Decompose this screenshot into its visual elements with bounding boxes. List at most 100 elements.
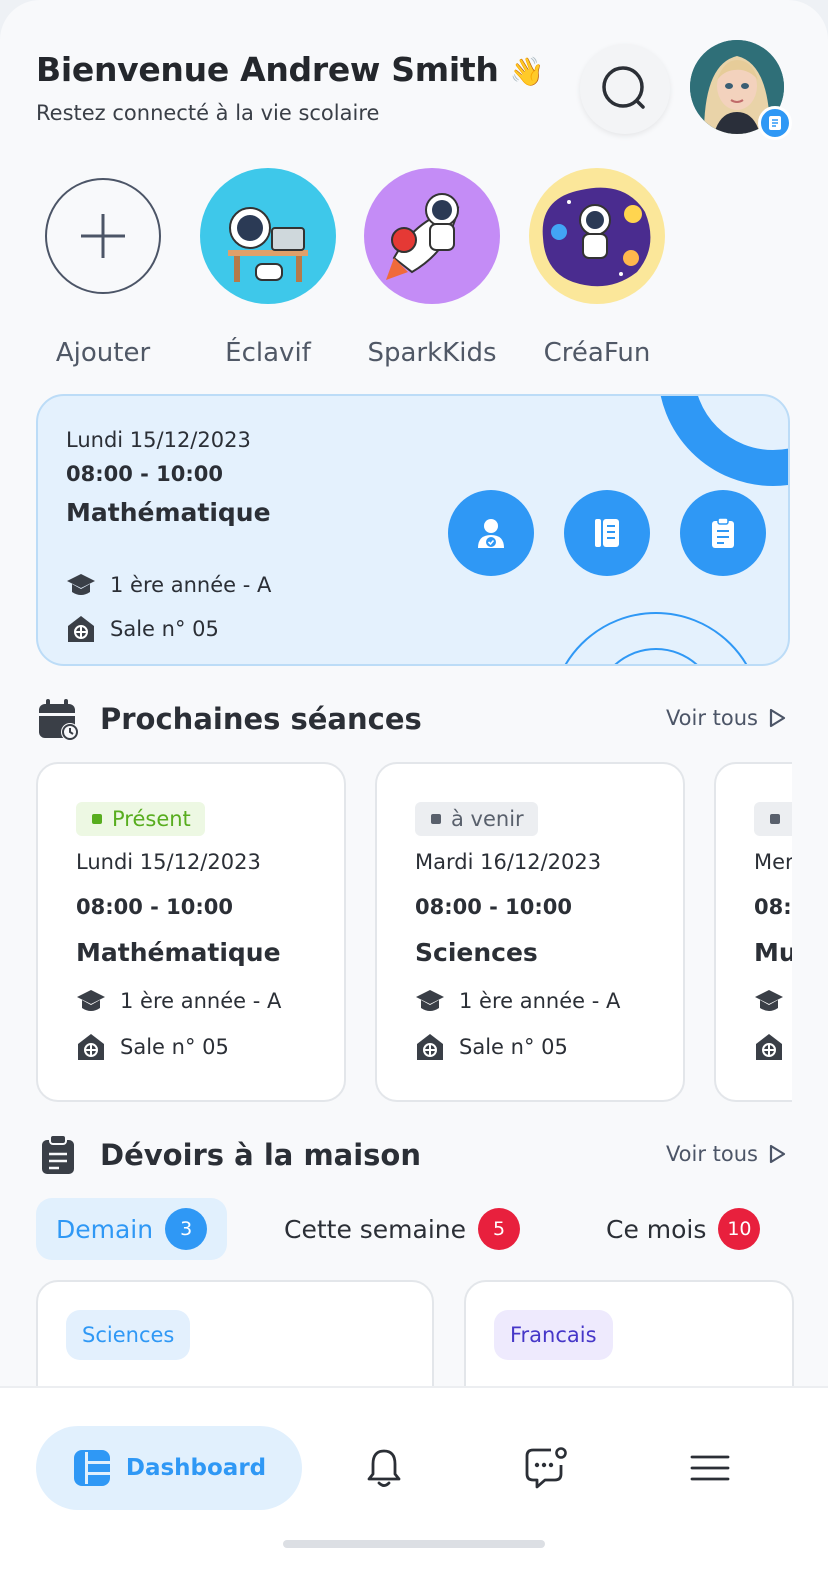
section-title: Prochaines séances bbox=[100, 702, 422, 736]
session-subject: Mu bbox=[754, 938, 792, 967]
attendance-button[interactable] bbox=[448, 490, 534, 576]
menu-icon bbox=[690, 1455, 730, 1481]
story-label: CréaFun bbox=[543, 338, 651, 368]
session-room-row: Sale n° 05 bbox=[415, 1032, 568, 1062]
home-indicator[interactable] bbox=[283, 1540, 545, 1548]
story-avatar[interactable] bbox=[364, 168, 500, 304]
lesson-class: 1 ère année - A bbox=[110, 573, 272, 597]
search-icon bbox=[602, 66, 645, 109]
status-label: à venir bbox=[451, 807, 524, 831]
story-label: SparkKids bbox=[367, 338, 497, 368]
see-all-label: Voir tous bbox=[665, 706, 758, 730]
session-class-row: 1 ère année - A bbox=[415, 986, 620, 1016]
session-card[interactable]: Mer 08:0 Mu bbox=[714, 762, 792, 1102]
see-all-homework-link[interactable]: Voir tous bbox=[666, 1142, 788, 1166]
homework-header: Dévoirs à la maison Voir tous bbox=[36, 1130, 788, 1180]
decorative-arc bbox=[658, 396, 788, 486]
session-card[interactable]: à venir Mardi 16/12/2023 08:00 - 10:00 S… bbox=[375, 762, 685, 1102]
status-badge bbox=[754, 802, 792, 836]
clipboard-icon bbox=[42, 1134, 74, 1174]
document-icon bbox=[769, 116, 781, 130]
room-icon bbox=[756, 1034, 782, 1060]
plus-icon bbox=[81, 214, 125, 258]
status-badge: Présent bbox=[76, 802, 205, 836]
status-dot bbox=[770, 814, 780, 824]
story-sparkkids[interactable]: SparkKids bbox=[362, 168, 502, 368]
session-card[interactable]: Présent Lundi 15/12/2023 08:00 - 10:00 M… bbox=[36, 762, 346, 1102]
nav-messages[interactable] bbox=[522, 1444, 570, 1492]
sessions-carousel[interactable]: Présent Lundi 15/12/2023 08:00 - 10:00 M… bbox=[36, 762, 792, 1104]
session-time: 08:00 - 10:00 bbox=[415, 895, 573, 919]
session-class: 1 ère année - A bbox=[120, 989, 282, 1013]
story-avatar[interactable] bbox=[529, 168, 665, 304]
current-lesson-card[interactable]: Lundi 15/12/2023 08:00 - 10:00 Mathémati… bbox=[36, 394, 790, 666]
tab-this-month[interactable]: Ce mois 10 bbox=[606, 1198, 761, 1260]
profile-badge bbox=[758, 106, 792, 140]
subject-tag: Francais bbox=[494, 1310, 613, 1360]
notebook-icon bbox=[595, 519, 619, 547]
lesson-date: Lundi 15/12/2023 bbox=[66, 428, 251, 452]
notebook-button[interactable] bbox=[564, 490, 650, 576]
wave-emoji: 👋 bbox=[509, 55, 545, 88]
bottom-navigation: Dashboard bbox=[0, 1386, 828, 1572]
astronaut-space-illustration bbox=[542, 187, 651, 287]
bell-icon bbox=[367, 1449, 401, 1487]
room-icon bbox=[68, 616, 94, 642]
search-button[interactable] bbox=[580, 44, 670, 134]
welcome-subtitle: Restez connecté à la vie scolaire bbox=[36, 101, 380, 125]
see-all-label: Voir tous bbox=[665, 1142, 758, 1166]
graduation-cap-icon bbox=[755, 990, 783, 1011]
session-class: 1 ère année - A bbox=[459, 989, 621, 1013]
nav-dashboard-label: Dashboard bbox=[125, 1455, 267, 1481]
welcome-title: Bienvenue Andrew Smith 👋 bbox=[36, 50, 792, 89]
astronaut-desk-illustration bbox=[228, 207, 308, 282]
session-date: Mardi 16/12/2023 bbox=[415, 850, 602, 874]
play-arrow-icon bbox=[769, 708, 786, 728]
lesson-room: Sale n° 05 bbox=[110, 617, 219, 641]
clipboard-icon bbox=[712, 517, 734, 548]
session-subject: Sciences bbox=[415, 938, 538, 967]
play-arrow-icon bbox=[769, 1144, 786, 1164]
story-avatar[interactable] bbox=[200, 168, 336, 304]
homework-tabs: Demain 3 Cette semaine 5 Ce mois 10 bbox=[36, 1198, 796, 1260]
header: Bienvenue Andrew Smith 👋 Restez connecté… bbox=[36, 40, 792, 150]
nav-menu[interactable] bbox=[686, 1444, 734, 1492]
tab-label: Demain bbox=[56, 1214, 154, 1244]
status-badge: à venir bbox=[415, 802, 538, 836]
session-time: 08:00 - 10:00 bbox=[76, 895, 234, 919]
story-creafun[interactable]: CréaFun bbox=[527, 168, 667, 368]
calendar-clock-icon bbox=[39, 699, 79, 741]
tab-label: Ce mois bbox=[606, 1214, 707, 1244]
astronaut-rocket-illustration bbox=[386, 193, 460, 280]
assignment-button[interactable] bbox=[680, 490, 766, 576]
lesson-actions bbox=[448, 490, 766, 576]
profile-avatar[interactable] bbox=[690, 40, 792, 140]
story-add[interactable]: Ajouter bbox=[33, 168, 173, 368]
see-all-sessions-link[interactable]: Voir tous bbox=[666, 706, 788, 730]
dashboard-icon bbox=[73, 1450, 110, 1486]
upcoming-sessions-header: Prochaines séances Voir tous bbox=[36, 694, 788, 744]
stories-row: Ajouter Éclavif SparkKids CréaFun bbox=[36, 168, 796, 368]
graduation-cap-icon bbox=[77, 990, 105, 1011]
session-date: Mer bbox=[754, 850, 792, 874]
tab-this-week[interactable]: Cette semaine 5 bbox=[284, 1198, 521, 1260]
nav-notifications[interactable] bbox=[360, 1444, 408, 1492]
tab-count-badge: 10 bbox=[718, 1208, 761, 1250]
session-room-row bbox=[754, 1032, 784, 1062]
user-check-icon bbox=[478, 519, 504, 548]
status-dot bbox=[92, 814, 102, 824]
add-story-button[interactable] bbox=[45, 178, 161, 294]
tab-tomorrow[interactable]: Demain 3 bbox=[36, 1198, 228, 1260]
session-class-row bbox=[754, 986, 784, 1016]
story-eclavif[interactable]: Éclavif bbox=[198, 168, 338, 368]
subject-tag: Sciences bbox=[66, 1310, 191, 1360]
graduation-cap-icon bbox=[416, 990, 444, 1011]
lesson-time: 08:00 - 10:00 bbox=[66, 462, 224, 486]
session-date: Lundi 15/12/2023 bbox=[76, 850, 261, 874]
status-label: Présent bbox=[112, 807, 191, 831]
tab-label: Cette semaine bbox=[284, 1214, 467, 1244]
lesson-room-row: Sale n° 05 bbox=[66, 614, 219, 644]
nav-dashboard[interactable]: Dashboard bbox=[36, 1426, 302, 1510]
story-label: Ajouter bbox=[55, 338, 151, 368]
status-dot bbox=[431, 814, 441, 824]
